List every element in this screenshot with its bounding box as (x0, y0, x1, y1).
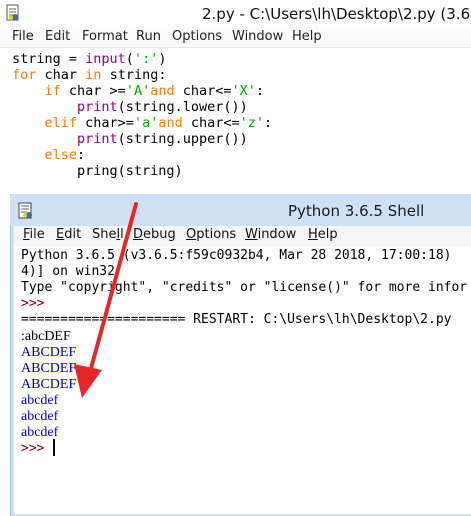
output-line: ABCDEF (21, 345, 77, 360)
code-line-6: print(string.upper()) (77, 131, 248, 147)
editor-menu-file[interactable]: File (12, 29, 34, 44)
python-shell-icon (18, 202, 32, 219)
code-line-1: string = input(':') (12, 51, 167, 67)
source-code: string = input(':') for char in string: … (12, 51, 272, 179)
shell-banner-line: Type "copyright", "credits" or "license(… (21, 280, 468, 295)
editor-menu-edit[interactable]: Edit (45, 29, 70, 44)
output-line: ABCDEF (21, 377, 77, 392)
output-line: abcdef (21, 393, 59, 408)
editor-menu-format[interactable]: Format (82, 29, 128, 44)
shell-menu-shell[interactable]: Shell (92, 227, 124, 242)
editor-menubar: File Edit Format Run Options Window Help (0, 27, 471, 48)
shell-menu-window[interactable]: Window (245, 227, 296, 242)
text-cursor (53, 439, 55, 456)
output-line: ABCDEF (21, 361, 77, 376)
shell-menubar: File Edit Shell Debug Options Window Hel… (14, 226, 471, 246)
editor-menu-help[interactable]: Help (292, 29, 322, 44)
editor-text-area[interactable]: string = input(':') for char in string: … (0, 48, 471, 194)
editor-titlebar[interactable]: 2.py - C:\Users\lh\Desktop\2.py (3.6.5 (0, 0, 471, 27)
editor-menu-window[interactable]: Window (232, 29, 283, 44)
output-line: abcdef (21, 409, 59, 424)
code-line-7: else: (44, 147, 86, 163)
shell-menu-options[interactable]: Options (186, 227, 236, 242)
shell-menu-debug[interactable]: Debug (133, 227, 176, 242)
code-line-4: print(string.lower()) (77, 99, 248, 115)
code-line-5: elif char>='a'and char<='z': (44, 115, 273, 131)
editor-menu-run[interactable]: Run (136, 29, 161, 44)
shell-menu-help[interactable]: Help (308, 227, 338, 242)
code-line-3: if char >='A'and char<='X': (44, 83, 265, 99)
editor-menu-options[interactable]: Options (172, 29, 222, 44)
shell-output-area[interactable]: Python 3.6.5 (v3.6.5:f59c0932b4, Mar 28 … (14, 246, 471, 514)
python-file-icon (6, 4, 19, 21)
shell-menu-file[interactable]: File (23, 227, 45, 242)
user-input-echo: :abcDEF (21, 329, 71, 344)
restart-banner: ===================== RESTART: C:\Users\… (21, 312, 452, 327)
shell-window-title: Python 3.6.5 Shell (288, 202, 425, 220)
editor-window-title: 2.py - C:\Users\lh\Desktop\2.py (3.6.5 (202, 5, 471, 23)
code-line-8: pring(string) (12, 163, 183, 179)
shell-menu-edit[interactable]: Edit (56, 227, 81, 242)
shell-prompt: >>> (21, 296, 45, 311)
shell-banner-line: 4)] on win32 (21, 264, 115, 279)
shell-input-prompt[interactable]: >>> (21, 441, 52, 456)
code-line-2: for char in string: (12, 67, 167, 83)
shell-banner-line: Python 3.6.5 (v3.6.5:f59c0932b4, Mar 28 … (21, 248, 452, 263)
